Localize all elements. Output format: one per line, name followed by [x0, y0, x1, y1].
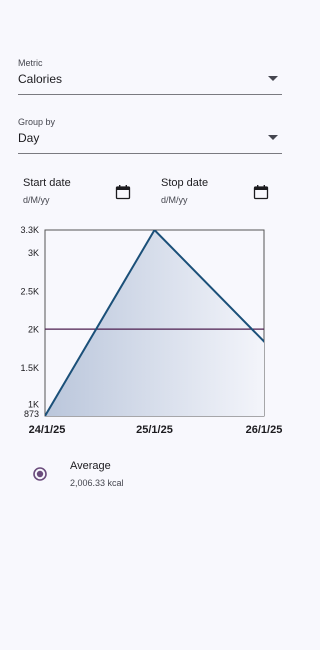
x-tick-label: 25/1/25 — [136, 424, 173, 436]
start-date-label: Start date — [23, 177, 71, 189]
calories-area — [45, 230, 264, 416]
calendar-icon[interactable] — [253, 184, 269, 200]
calendar-icon[interactable] — [115, 184, 131, 200]
metric-select[interactable]: Metric Calories — [18, 58, 282, 95]
legend-label: Average — [70, 460, 111, 472]
y-tick-label: 873 — [24, 409, 39, 419]
stop-date-label: Stop date — [161, 177, 209, 189]
y-tick-label: 2K — [28, 325, 39, 335]
legend-average[interactable]: Average 2,006.33 kcal — [30, 458, 230, 494]
metric-value: Calories — [18, 72, 63, 86]
start-date-input[interactable] — [23, 195, 103, 205]
y-tick-label: 2.5K — [20, 286, 39, 296]
calories-chart: 8731K 1.5K 2K 2.5K 3K 3.3K 24/1/25 25/1/25 26/1… — [20, 225, 283, 436]
x-tick-label: 26/1/25 — [246, 424, 283, 436]
group-by-label: Group by — [18, 117, 56, 127]
group-by-select[interactable]: Group by Day — [18, 117, 282, 154]
group-by-value: Day — [18, 131, 40, 145]
arrow-drop-down-icon[interactable] — [268, 76, 278, 82]
stop-date-field: Stop date — [161, 176, 281, 212]
y-tick-label: 1.5K — [20, 363, 39, 373]
radio-selected-icon[interactable] — [33, 467, 47, 481]
y-tick-label: 1K — [28, 399, 39, 409]
arrow-drop-down-icon[interactable] — [268, 135, 278, 141]
x-tick-label: 24/1/25 — [29, 424, 66, 436]
y-tick-label: 3K — [28, 248, 39, 258]
legend-average-value: 2,006.33 kcal — [70, 478, 124, 488]
stop-date-input[interactable] — [161, 195, 241, 205]
y-tick-label: 3.3K — [20, 225, 39, 235]
metric-label: Metric — [18, 58, 43, 68]
start-date-field: Start date — [23, 176, 143, 212]
